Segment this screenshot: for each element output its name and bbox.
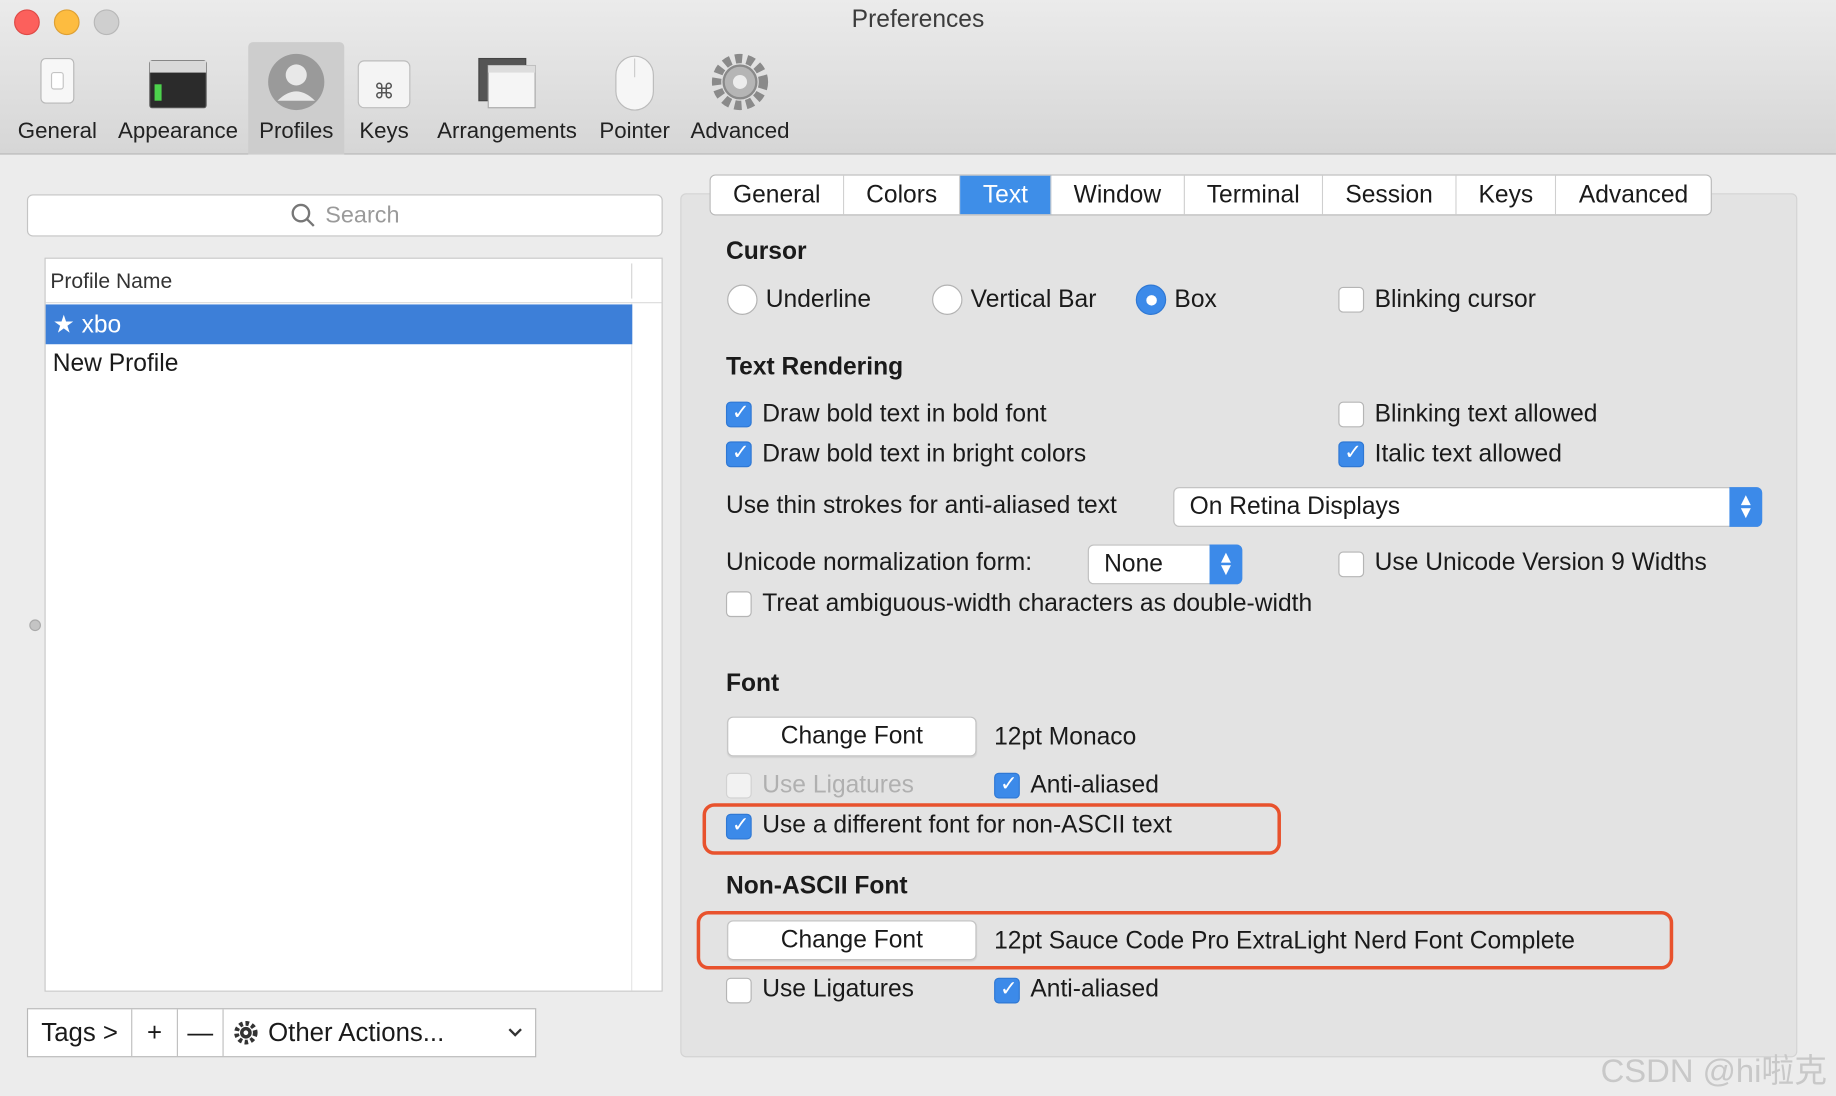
- toolbar-item-arrangements[interactable]: Arrangements: [431, 42, 583, 154]
- cursor-vertical-bar-label: Vertical Bar: [970, 285, 1097, 313]
- cursor-vertical-bar-radio[interactable]: [932, 284, 963, 315]
- profile-search-field[interactable]: Search: [26, 194, 663, 237]
- toolbar-item-keys[interactable]: ⌘ Keys: [351, 42, 417, 154]
- non-ascii-font-section-title: Non-ASCII Font: [725, 872, 908, 900]
- profile-actions-bar: Tags > + — Other Actions...: [26, 1008, 537, 1058]
- pointer-mouse-icon: [604, 52, 665, 113]
- ambiguous-width-checkbox[interactable]: [725, 591, 752, 618]
- gear-icon: [234, 1021, 258, 1045]
- stepper-arrows-icon: ▲ ▼: [1729, 487, 1763, 527]
- change-font-button[interactable]: Change Font: [727, 716, 977, 757]
- font-ligatures-label: Use Ligatures: [762, 771, 914, 799]
- unicode-v9-label: Use Unicode Version 9 Widths: [1374, 549, 1707, 577]
- search-placeholder: Search: [325, 201, 400, 228]
- blinking-text-checkbox[interactable]: [1338, 401, 1365, 428]
- tab-session[interactable]: Session: [1323, 175, 1457, 215]
- thin-strokes-label: Use thin strokes for anti-aliased text: [725, 491, 1117, 519]
- chevron-down-icon: [508, 1028, 522, 1037]
- font-section-title: Font: [725, 669, 780, 697]
- profile-table: Profile Name ★ xbo New Profile: [44, 257, 663, 992]
- blinking-cursor-checkbox[interactable]: [1338, 286, 1365, 313]
- font-ligatures-checkbox: [725, 772, 752, 799]
- tab-general[interactable]: General: [710, 175, 844, 215]
- toolbar-item-appearance[interactable]: Appearance: [112, 42, 243, 154]
- keys-command-icon: ⌘: [354, 52, 415, 113]
- unicode-normalization-label: Unicode normalization form:: [725, 549, 1033, 577]
- unicode-v9-checkbox[interactable]: [1338, 551, 1365, 578]
- tab-colors[interactable]: Colors: [843, 175, 961, 215]
- font-anti-aliased-checkbox[interactable]: [994, 772, 1020, 799]
- tab-advanced[interactable]: Advanced: [1556, 175, 1711, 215]
- tab-keys[interactable]: Keys: [1456, 175, 1557, 215]
- cursor-box-radio[interactable]: [1135, 284, 1167, 315]
- non-ascii-ligatures-label: Use Ligatures: [762, 975, 914, 1003]
- cursor-section-title: Cursor: [725, 237, 807, 265]
- toolbar-item-general[interactable]: General: [14, 42, 101, 154]
- advanced-gear-icon: [710, 52, 771, 113]
- bright-colors-label: Draw bold text in bright colors: [762, 440, 1087, 468]
- cursor-underline-label: Underline: [765, 285, 872, 313]
- toolbar-item-profiles[interactable]: Profiles: [248, 42, 345, 155]
- bold-font-label: Draw bold text in bold font: [762, 400, 1047, 428]
- other-actions-menu[interactable]: Other Actions...: [224, 1009, 535, 1056]
- tags-button[interactable]: Tags >: [28, 1009, 133, 1057]
- toolbar: Preferences General Appearance Profiles …: [0, 0, 1836, 155]
- ambiguous-width-label: Treat ambiguous-width characters as doub…: [762, 590, 1313, 618]
- profile-row[interactable]: ★ xbo: [45, 304, 633, 345]
- blinking-cursor-label: Blinking cursor: [1374, 285, 1536, 313]
- bright-colors-checkbox[interactable]: [725, 440, 752, 468]
- general-switch-icon: [27, 52, 88, 113]
- remove-profile-button[interactable]: —: [178, 1009, 224, 1057]
- stepper-arrows-icon: ▲ ▼: [1209, 544, 1243, 585]
- non-ascii-anti-aliased-checkbox[interactable]: [994, 977, 1020, 1004]
- other-actions-label: Other Actions...: [268, 1017, 445, 1047]
- toolbar-item-pointer[interactable]: Pointer: [595, 42, 675, 154]
- current-font-value: 12pt Monaco: [994, 723, 1137, 751]
- tab-terminal[interactable]: Terminal: [1184, 175, 1324, 215]
- text-rendering-section-title: Text Rendering: [725, 353, 904, 381]
- add-profile-button[interactable]: +: [132, 1009, 178, 1057]
- non-ascii-anti-aliased-label: Anti-aliased: [1030, 975, 1159, 1003]
- non-ascii-ligatures-checkbox[interactable]: [725, 977, 752, 1004]
- unicode-normalization-select[interactable]: None ▲ ▼: [1087, 544, 1243, 585]
- watermark: CSDN @hi啦克: [1600, 1052, 1828, 1089]
- split-view-handle[interactable]: [29, 619, 41, 632]
- italic-text-checkbox[interactable]: [1338, 440, 1365, 468]
- window-title: Preferences: [851, 5, 985, 33]
- annotation-highlight-box: [696, 910, 1674, 970]
- arrangements-windows-icon: [477, 52, 538, 113]
- tab-text[interactable]: Text: [960, 175, 1052, 215]
- tab-window[interactable]: Window: [1051, 175, 1185, 215]
- preferences-window: Preferences General Appearance Profiles …: [0, 0, 1836, 1096]
- toolbar-item-advanced[interactable]: Advanced: [686, 42, 794, 154]
- cursor-box-label: Box: [1174, 285, 1217, 313]
- appearance-terminal-icon: [148, 52, 209, 113]
- thin-strokes-select[interactable]: On Retina Displays ▲ ▼: [1173, 487, 1763, 527]
- cursor-underline-radio[interactable]: [727, 284, 758, 315]
- profile-row[interactable]: New Profile: [46, 344, 633, 384]
- search-icon: [291, 203, 315, 227]
- profile-tabs: General Colors Text Window Terminal Sess…: [709, 174, 1712, 216]
- bold-font-checkbox[interactable]: [725, 400, 752, 428]
- column-header-profile-name[interactable]: Profile Name: [45, 259, 662, 304]
- font-anti-aliased-label: Anti-aliased: [1030, 771, 1159, 799]
- svg-text:⌘: ⌘: [374, 78, 395, 103]
- blinking-text-label: Blinking text allowed: [1374, 400, 1598, 428]
- italic-text-label: Italic text allowed: [1374, 440, 1562, 468]
- profiles-person-icon: [266, 52, 327, 113]
- annotation-highlight-box: [702, 803, 1281, 855]
